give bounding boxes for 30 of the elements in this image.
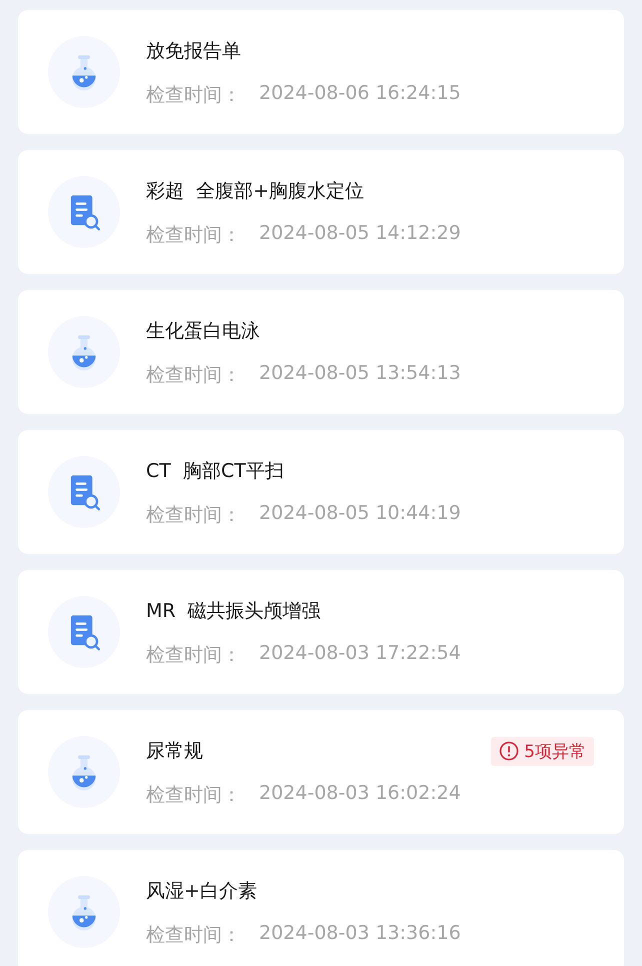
time-label: 检查时间： — [146, 503, 241, 528]
report-title: 放免报告单 — [146, 39, 241, 64]
report-title: 生化蛋白电泳 — [146, 319, 260, 344]
report-card[interactable]: 风湿+白介素 检查时间： 2024-08-03 13:36:16 — [18, 850, 624, 966]
time-label: 检查时间： — [146, 83, 241, 108]
report-card[interactable]: 彩超 全腹部+胸腹水定位 检查时间： 2024-08-05 14:12:29 — [18, 150, 624, 274]
time-label: 检查时间： — [146, 643, 241, 668]
time-value: 2024-08-03 16:02:24 — [259, 782, 461, 806]
report-title: 尿常规 — [146, 739, 203, 764]
warning-icon — [499, 741, 520, 761]
abnormal-badge: 5项异常 — [491, 736, 594, 766]
time-value: 2024-08-05 14:12:29 — [259, 222, 461, 246]
report-card[interactable]: MR 磁共振头颅增强 检查时间： 2024-08-03 17:22:54 — [18, 570, 624, 694]
time-label: 检查时间： — [146, 923, 241, 948]
time-value: 2024-08-06 16:24:15 — [259, 82, 461, 106]
report-title: CT 胸部CT平扫 — [146, 459, 284, 484]
report-card[interactable]: 放免报告单 检查时间： 2024-08-06 16:24:15 — [18, 10, 624, 134]
report-title: MR 磁共振头颅增强 — [146, 599, 321, 624]
time-value: 2024-08-05 13:54:13 — [259, 362, 461, 386]
report-title: 彩超 全腹部+胸腹水定位 — [146, 179, 364, 204]
report-card[interactable]: 尿常规 5项异常 检查时间： 2024-08-03 16:02:24 — [18, 710, 624, 834]
time-label: 检查时间： — [146, 363, 241, 388]
report-title: 风湿+白介素 — [146, 879, 257, 904]
time-value: 2024-08-03 13:36:16 — [259, 922, 461, 946]
time-label: 检查时间： — [146, 223, 241, 248]
time-label: 检查时间： — [146, 783, 241, 808]
report-card[interactable]: 生化蛋白电泳 检查时间： 2024-08-05 13:54:13 — [18, 290, 624, 414]
report-card[interactable]: CT 胸部CT平扫 检查时间： 2024-08-05 10:44:19 — [18, 430, 624, 554]
time-value: 2024-08-05 10:44:19 — [259, 502, 461, 526]
time-value: 2024-08-03 17:22:54 — [259, 642, 461, 666]
